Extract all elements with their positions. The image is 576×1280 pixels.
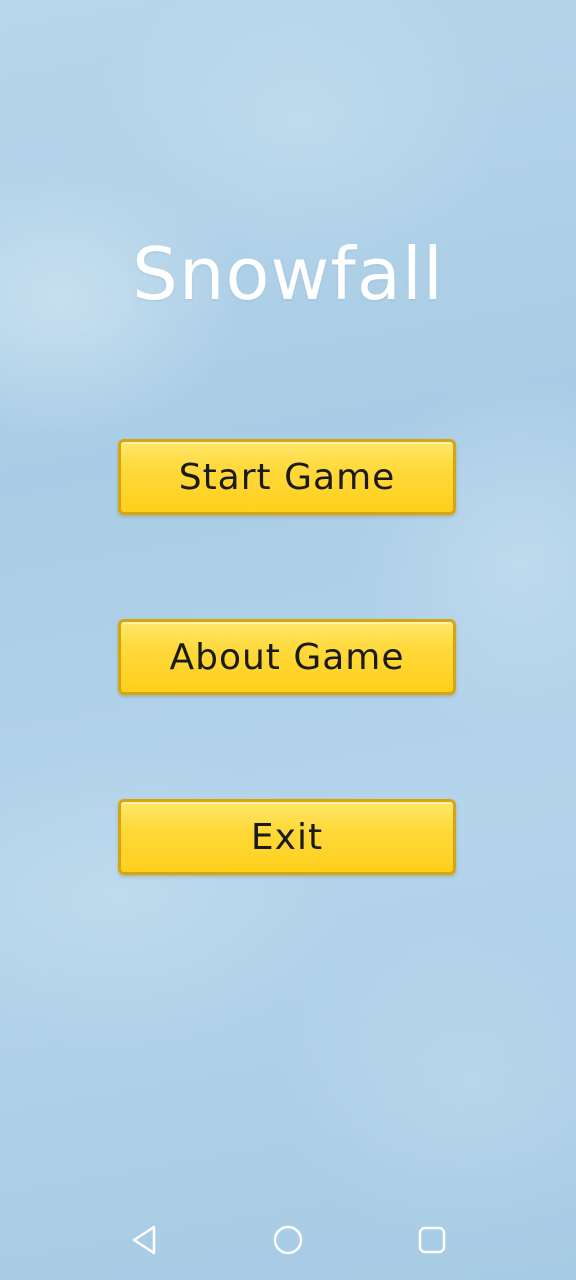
home-button[interactable] xyxy=(270,1222,306,1258)
start-game-label: Start Game xyxy=(178,456,396,498)
recent-apps-square-icon xyxy=(418,1226,446,1254)
main-menu-screen: Snowfall Start Game About Game Exit xyxy=(0,0,576,1280)
about-game-button[interactable]: About Game xyxy=(118,619,456,695)
back-button[interactable] xyxy=(126,1222,162,1258)
exit-label: Exit xyxy=(250,816,324,858)
about-game-label: About Game xyxy=(169,636,405,678)
game-title: Snowfall xyxy=(132,232,444,316)
exit-button[interactable]: Exit xyxy=(118,799,456,875)
recent-apps-button[interactable] xyxy=(414,1222,450,1258)
start-game-button[interactable]: Start Game xyxy=(118,439,456,515)
system-navigation-bar xyxy=(0,1200,576,1280)
back-triangle-icon xyxy=(132,1225,156,1255)
home-circle-icon xyxy=(273,1225,303,1255)
